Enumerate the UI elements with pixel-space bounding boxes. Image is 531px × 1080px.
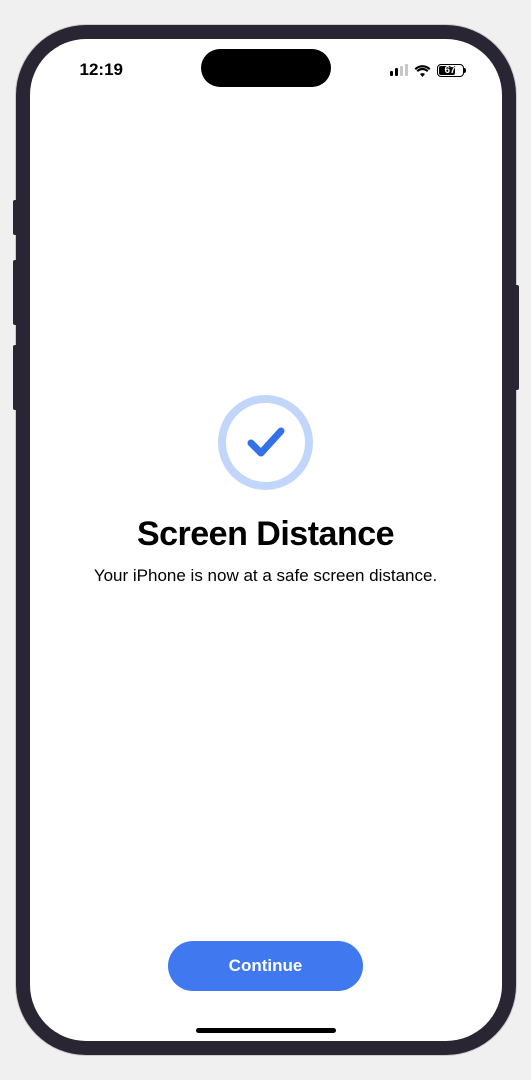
status-time: 12:19 bbox=[80, 60, 123, 80]
checkmark-icon bbox=[241, 417, 291, 467]
battery-indicator: 67 bbox=[437, 64, 464, 77]
wifi-icon bbox=[414, 64, 431, 77]
status-bar: 12:19 67 bbox=[30, 39, 502, 89]
volume-up-button bbox=[13, 260, 16, 325]
power-button bbox=[516, 285, 519, 390]
page-title: Screen Distance bbox=[137, 515, 394, 554]
checkmark-circle-icon bbox=[218, 395, 313, 490]
home-indicator[interactable] bbox=[196, 1028, 336, 1033]
status-icons: 67 bbox=[390, 64, 464, 77]
volume-down-button bbox=[13, 345, 16, 410]
dynamic-island bbox=[201, 49, 331, 87]
button-container: Continue bbox=[30, 941, 502, 1041]
screen: 12:19 67 bbox=[30, 39, 502, 1041]
cellular-signal-icon bbox=[390, 64, 408, 76]
silent-switch bbox=[13, 200, 16, 235]
page-subtitle: Your iPhone is now at a safe screen dist… bbox=[94, 566, 437, 586]
main-content: Screen Distance Your iPhone is now at a … bbox=[30, 39, 502, 941]
battery-level: 67 bbox=[444, 65, 455, 76]
continue-button[interactable]: Continue bbox=[168, 941, 363, 991]
phone-frame: 12:19 67 bbox=[16, 25, 516, 1055]
